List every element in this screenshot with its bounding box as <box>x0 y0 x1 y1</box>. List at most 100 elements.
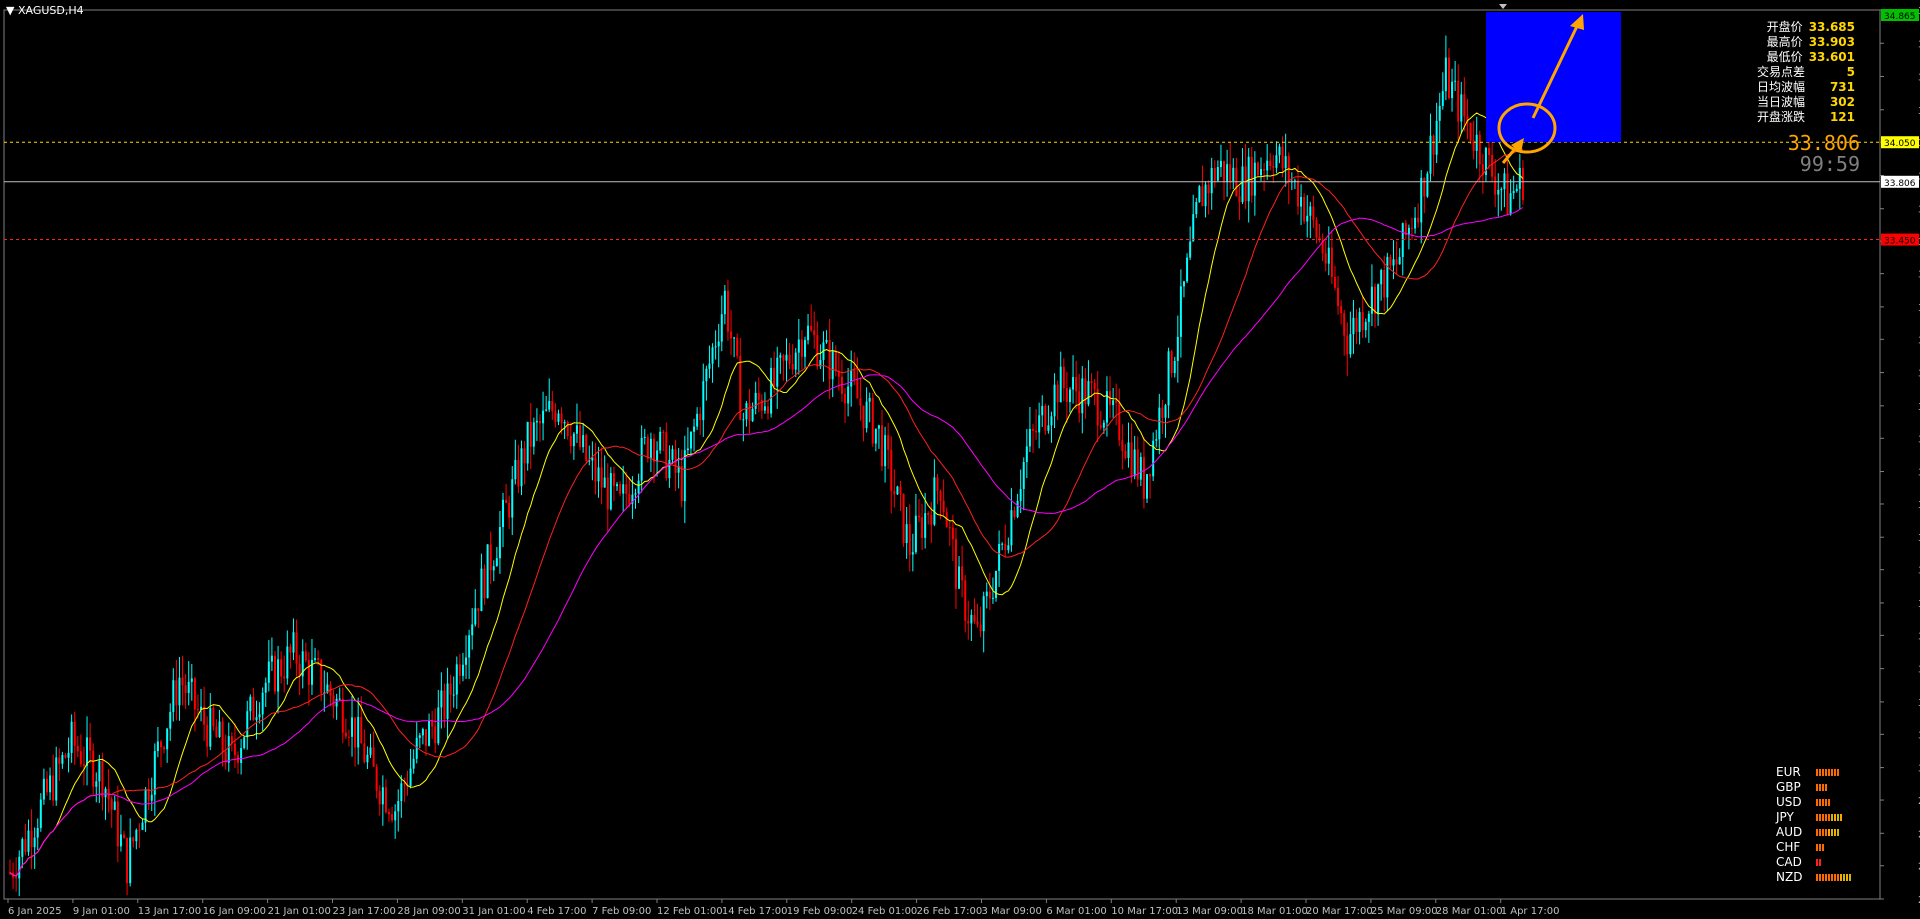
candle-body <box>554 411 557 422</box>
info-panel: 开盘价 33.685 最高价 33.903 最低价 33.601 交易点差 5 日均波幅 731 当… <box>1757 20 1855 125</box>
candle-body <box>1201 186 1204 207</box>
candle-body <box>982 596 985 632</box>
candle-body <box>190 678 193 682</box>
candle-body <box>730 331 733 339</box>
candle-body <box>785 354 788 361</box>
candle-body <box>1142 456 1145 499</box>
candle-body <box>988 591 991 599</box>
candle-body <box>662 431 665 433</box>
candle-body <box>1031 429 1034 431</box>
candle-body <box>1420 177 1423 223</box>
candle-body <box>1429 135 1432 174</box>
candle-body <box>468 635 471 658</box>
candle-body <box>1050 416 1053 426</box>
candle-body <box>1337 287 1340 307</box>
strength-bar <box>1834 874 1836 881</box>
info-value: 121 <box>1829 110 1855 124</box>
candle-body <box>616 484 619 487</box>
candle-body <box>391 814 394 821</box>
strength-row-nzd: NZD <box>1776 870 1851 885</box>
candle-body <box>295 632 298 664</box>
price-chart[interactable]: 34.86534.66034.45534.25034.05033.84533.6… <box>0 0 1920 919</box>
candle-body <box>1198 186 1201 203</box>
candle-body <box>551 400 554 412</box>
candle-body <box>369 747 372 755</box>
candle-body <box>745 403 748 420</box>
candle-body <box>859 398 862 406</box>
strength-bar <box>1834 814 1836 821</box>
strength-bar <box>1825 829 1827 836</box>
x-tick-label: 7 Feb 09:00 <box>592 906 651 917</box>
candle-body <box>1269 160 1272 167</box>
candle-body <box>1463 94 1466 117</box>
candle-body <box>215 726 218 738</box>
candle-body <box>304 651 307 661</box>
info-row: 日均波幅 731 <box>1757 80 1855 95</box>
candle-body <box>917 515 920 518</box>
candle-body <box>542 410 545 424</box>
candle-body <box>95 781 98 787</box>
candle-body <box>874 428 877 444</box>
candle-body <box>1300 196 1303 207</box>
candle-body <box>665 432 668 479</box>
strength-bar <box>1843 874 1845 881</box>
candle-body <box>27 830 30 852</box>
x-tick-label: 1 Apr 17:00 <box>1501 906 1560 917</box>
candle-body <box>893 490 896 495</box>
candle-body <box>264 682 267 693</box>
candle-body <box>1515 188 1518 192</box>
candle-body <box>1001 543 1004 545</box>
candle-body <box>363 743 366 763</box>
candle-body <box>579 425 582 448</box>
chart-canvas[interactable]: 34.86534.66034.45534.25034.05033.84533.6… <box>0 0 1920 919</box>
strength-bar <box>1822 829 1824 836</box>
candle-body <box>958 566 961 589</box>
candle-body <box>381 787 384 805</box>
strength-bars <box>1816 859 1821 866</box>
candle-body <box>498 527 501 559</box>
candle-body <box>936 477 939 491</box>
candle-body <box>424 729 427 746</box>
info-label: 开盘价 <box>1766 20 1803 34</box>
strength-row-eur: EUR <box>1776 765 1851 780</box>
candle-body <box>129 837 132 884</box>
candle-body <box>702 381 705 421</box>
price-level-label: 33.450 <box>1884 237 1916 247</box>
chevron-down-icon[interactable]: ▼ <box>6 4 18 17</box>
candle-body <box>270 655 273 662</box>
candle-body <box>455 664 458 695</box>
candle-body <box>1139 456 1142 480</box>
x-tick-label: 6 Mar 01:00 <box>1046 906 1106 917</box>
candle-body <box>1041 405 1044 416</box>
strength-bar <box>1822 874 1824 881</box>
strength-row-usd: USD <box>1776 795 1851 810</box>
strength-bar <box>1822 844 1824 851</box>
candle-body <box>1491 154 1494 177</box>
candle-body <box>159 741 162 748</box>
candle-body <box>452 694 455 696</box>
x-tick-label: 19 Feb 09:00 <box>787 906 853 917</box>
candle-body <box>591 457 594 461</box>
x-tick-label: 20 Mar 17:00 <box>1306 906 1373 917</box>
candle-body <box>1161 407 1164 418</box>
candle-body <box>726 290 729 332</box>
candle-body <box>1349 334 1352 355</box>
candle-body <box>1093 383 1096 390</box>
strength-bar <box>1837 814 1839 821</box>
candle-body <box>1102 422 1105 428</box>
candle-body <box>1327 247 1330 264</box>
candle-body <box>810 325 813 331</box>
candle-body <box>1047 425 1050 431</box>
x-tick-label: 18 Mar 01:00 <box>1241 906 1308 917</box>
candle-body <box>1488 147 1491 155</box>
candle-body <box>572 433 575 447</box>
candle-body <box>890 449 893 491</box>
candle-body <box>1062 366 1065 389</box>
candle-body <box>1417 217 1420 223</box>
candle-body <box>1355 317 1358 332</box>
candle-body <box>911 552 914 555</box>
candle-body <box>394 811 397 821</box>
candle-body <box>1333 277 1336 288</box>
ma-slow-line <box>9 207 1524 877</box>
candle-body <box>495 558 498 567</box>
